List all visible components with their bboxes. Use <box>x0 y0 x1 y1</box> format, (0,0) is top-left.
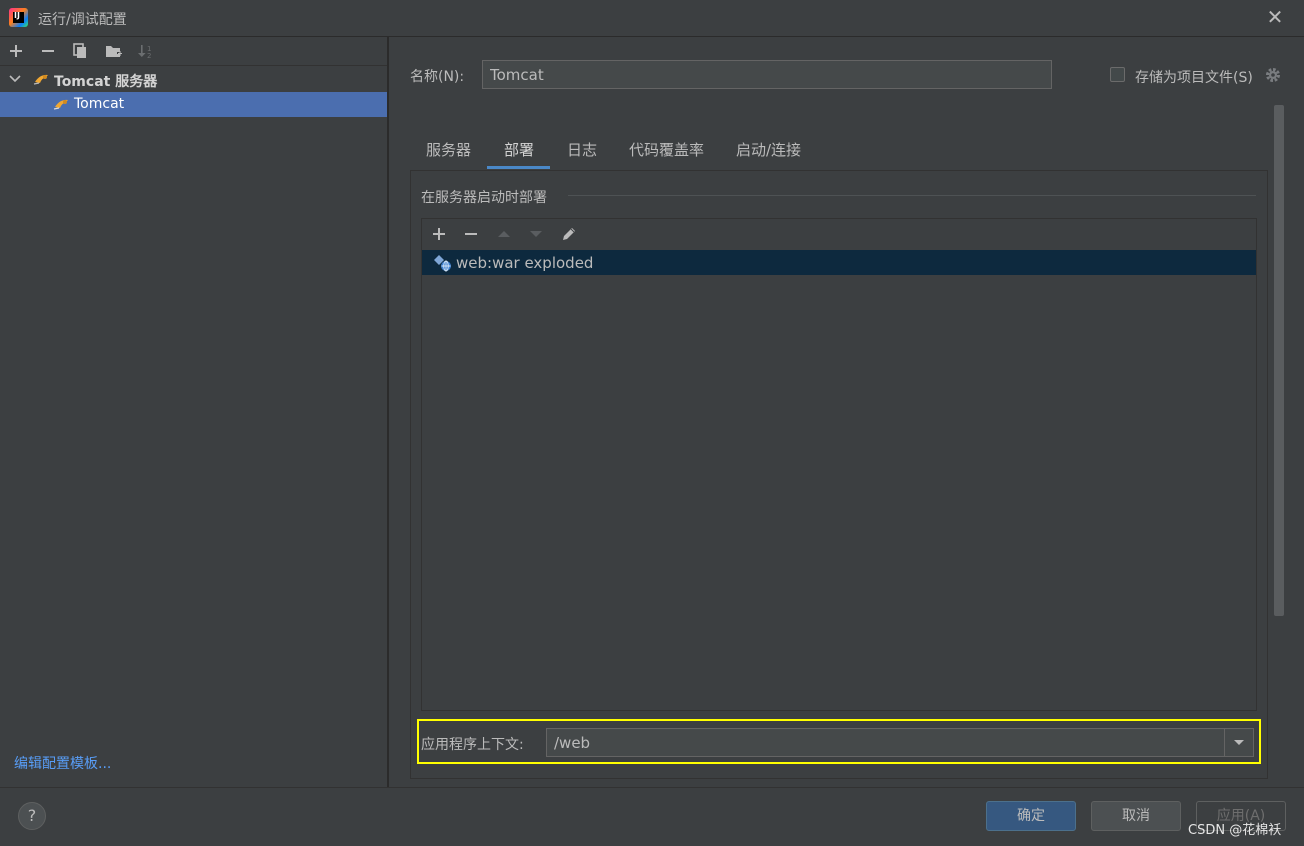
remove-artifact-button[interactable] <box>460 223 482 245</box>
name-label: 名称(N): <box>410 69 465 85</box>
help-button[interactable]: ? <box>18 802 46 830</box>
sort-icon: 12 <box>138 45 151 59</box>
edit-artifact-button[interactable] <box>558 223 580 245</box>
remove-configuration-button[interactable] <box>37 40 59 62</box>
name-input[interactable] <box>482 60 1052 89</box>
gear-icon[interactable] <box>1264 66 1282 84</box>
minus-icon <box>42 50 54 52</box>
intellij-app-icon: IJ <box>9 8 28 27</box>
store-as-project-file-label: 存储为项目文件(S) <box>1135 70 1253 86</box>
copy-configuration-button[interactable] <box>69 40 91 62</box>
tree-group-label: Tomcat 服务器 <box>54 74 158 90</box>
folder-add-icon <box>106 46 123 57</box>
tomcat-icon <box>33 74 48 85</box>
tree-item-tomcat[interactable]: Tomcat <box>0 92 387 117</box>
new-folder-button[interactable] <box>103 40 125 62</box>
add-artifact-button[interactable] <box>428 223 450 245</box>
artifact-label: web:war exploded <box>456 254 594 272</box>
app-context-label: 应用程序上下文: <box>421 737 524 753</box>
minus-icon <box>465 233 477 235</box>
move-up-button[interactable] <box>493 223 515 245</box>
title-bar: IJ 运行/调试配置 ✕ <box>0 0 1304 37</box>
store-as-project-file-checkbox[interactable] <box>1110 67 1125 82</box>
window-title: 运行/调试配置 <box>38 12 127 28</box>
deployment-list: web:war exploded <box>421 218 1257 711</box>
close-button[interactable]: ✕ <box>1264 6 1286 28</box>
tab-code-coverage[interactable]: 代码覆盖率 <box>629 139 704 160</box>
active-tab-indicator <box>487 166 550 169</box>
configuration-tree-panel: 12 Tomcat 服务器 Tomcat 编辑配置模板... <box>0 37 387 787</box>
tab-logs[interactable]: 日志 <box>567 139 597 160</box>
csdn-watermark: CSDN @花棉袄 <box>1188 823 1282 838</box>
dialog-button-bar: ? 确定 取消 应用(A) CSDN @花棉袄 <box>0 787 1304 846</box>
edit-configuration-templates-link[interactable]: 编辑配置模板... <box>14 753 111 773</box>
pencil-icon <box>563 228 575 240</box>
move-down-button[interactable] <box>525 223 547 245</box>
artifact-row[interactable]: web:war exploded <box>422 250 1256 275</box>
copy-icon <box>73 43 86 58</box>
sort-configurations-button[interactable]: 12 <box>135 40 157 62</box>
tree-toolbar: 12 <box>0 37 387 66</box>
vertical-scrollbar[interactable] <box>1274 105 1284 616</box>
app-context-value[interactable]: /web <box>554 734 590 752</box>
section-divider <box>568 195 1256 196</box>
deploy-section-title: 在服务器启动时部署 <box>421 190 547 206</box>
war-exploded-artifact-icon <box>434 255 451 272</box>
chevron-down-icon <box>1234 739 1244 745</box>
svg-text:2: 2 <box>147 52 151 59</box>
tab-startup-connection[interactable]: 启动/连接 <box>736 139 801 160</box>
tree-group-tomcat-server[interactable]: Tomcat 服务器 <box>0 67 387 92</box>
chevron-down-icon <box>9 75 21 83</box>
cancel-button[interactable]: 取消 <box>1091 801 1181 831</box>
plus-icon <box>10 45 22 57</box>
arrow-up-icon <box>498 231 510 237</box>
ok-button[interactable]: 确定 <box>986 801 1076 831</box>
plus-icon <box>433 228 445 240</box>
tomcat-icon <box>53 99 68 110</box>
app-context-dropdown-button[interactable] <box>1224 729 1253 756</box>
tab-server[interactable]: 服务器 <box>426 139 471 160</box>
tab-deployment[interactable]: 部署 <box>504 139 534 160</box>
app-context-combobox[interactable]: /web <box>546 728 1254 757</box>
tree-item-label: Tomcat <box>74 96 125 112</box>
arrow-down-icon <box>530 231 542 237</box>
panel-divider[interactable] <box>387 37 389 787</box>
add-configuration-button[interactable] <box>5 40 27 62</box>
